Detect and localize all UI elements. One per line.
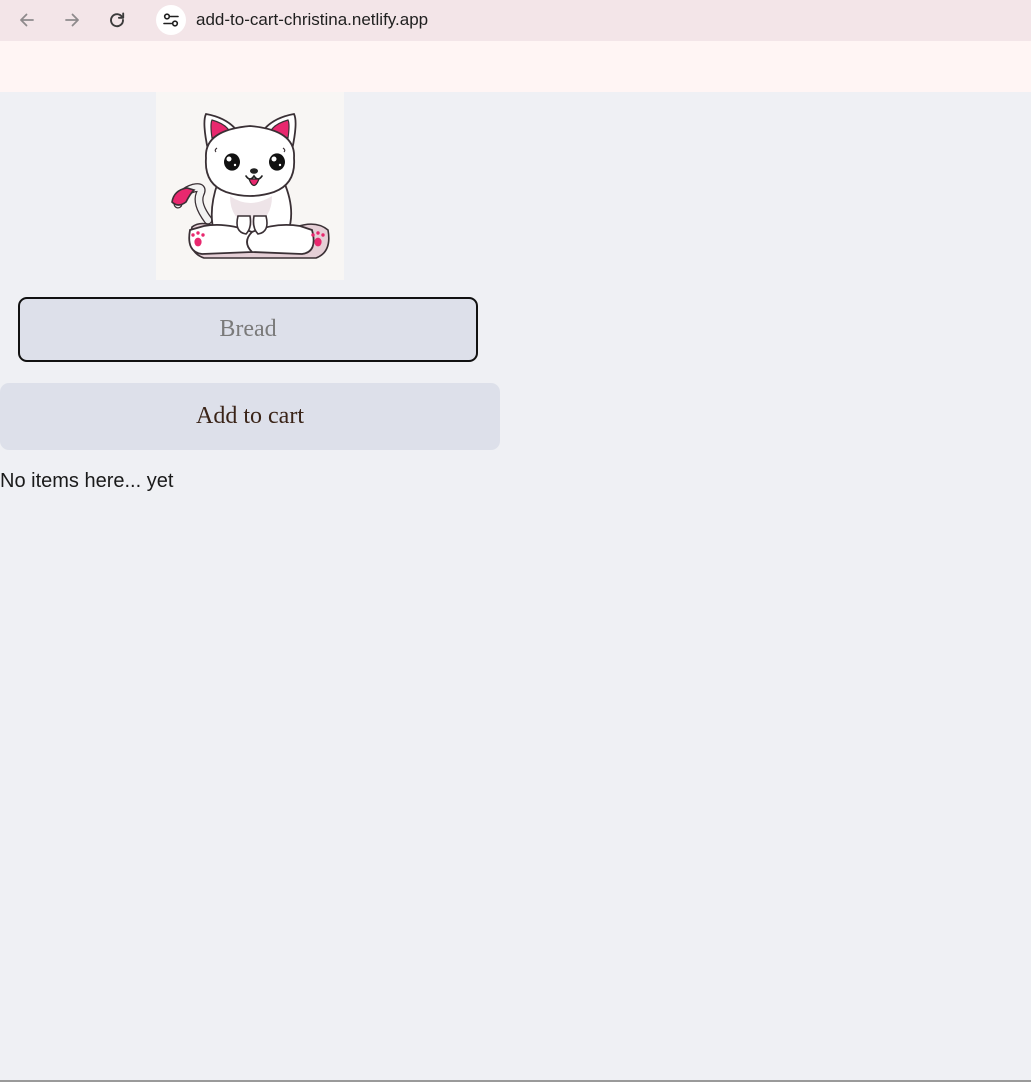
cat-illustration [171, 112, 330, 259]
empty-cart-message: No items here... yet [0, 470, 174, 492]
browser-chrome: add-to-cart-christina.netlify.app [0, 0, 1031, 92]
browser-toolbar: add-to-cart-christina.netlify.app [0, 0, 1031, 41]
add-to-cart-button[interactable]: Add to cart [0, 383, 500, 450]
reload-button[interactable] [101, 4, 133, 36]
url-text[interactable]: add-to-cart-christina.netlify.app [196, 10, 428, 30]
tune-icon [163, 13, 179, 27]
item-input[interactable] [18, 297, 478, 362]
forward-button[interactable] [56, 4, 88, 36]
arrow-left-icon [20, 13, 34, 27]
back-button[interactable] [11, 4, 43, 36]
site-info-button[interactable] [156, 5, 186, 35]
arrow-right-icon [65, 13, 79, 27]
cat-image [156, 92, 344, 280]
page-content: Add to cart No items here... yet [0, 92, 1031, 1080]
reload-icon [110, 12, 125, 28]
